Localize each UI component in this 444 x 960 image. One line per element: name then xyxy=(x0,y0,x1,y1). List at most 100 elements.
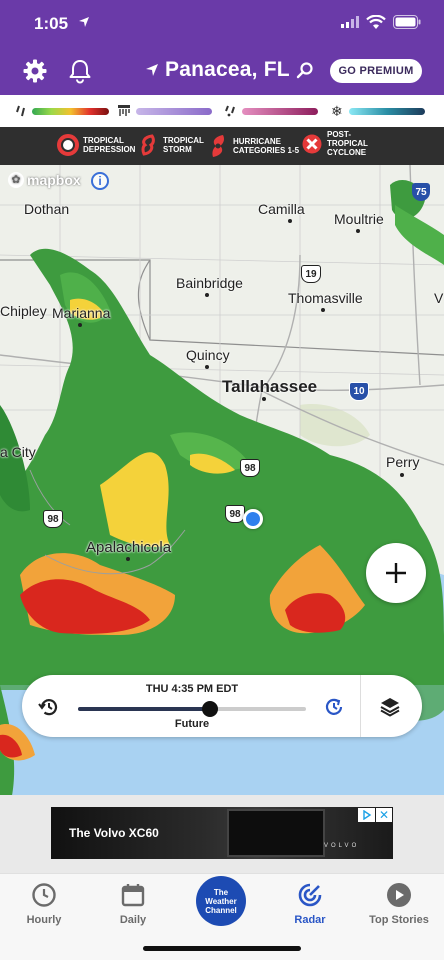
rain-gradient-bar xyxy=(32,107,109,115)
tropical-legend: TROPICAL DEPRESSION TROPICAL STORM HURRICA… xyxy=(0,127,444,165)
app-header: Panacea, FL GO PREMIUM xyxy=(0,48,444,95)
search-icon[interactable] xyxy=(296,61,314,79)
battery-icon xyxy=(393,15,421,29)
post-tropical-icon xyxy=(302,134,322,153)
zoom-in-button[interactable] xyxy=(366,543,426,603)
timeline-slider-fill xyxy=(78,707,211,711)
plus-icon xyxy=(386,563,406,583)
legend-mix xyxy=(118,104,212,118)
location-selector[interactable]: Panacea, FL xyxy=(145,58,314,82)
tropical-depression-label-2: DEPRESSION xyxy=(83,145,136,154)
location-services-icon xyxy=(79,17,89,27)
map-layers-icon[interactable] xyxy=(379,695,401,717)
city-moultrie: Moultrie xyxy=(334,211,384,227)
city-bainbridge: Bainbridge xyxy=(176,275,243,291)
legend-tropical-storm: TROPICAL STORM xyxy=(137,134,204,156)
sleet-gradient-bar xyxy=(242,107,318,115)
calendar-icon xyxy=(121,884,145,907)
radar-icon xyxy=(298,883,322,907)
current-location-dot xyxy=(243,509,263,529)
sleet-icon xyxy=(225,105,235,117)
play-icon xyxy=(387,883,411,907)
legend-sleet xyxy=(224,104,318,118)
tab-hourly-label: Hourly xyxy=(26,914,62,926)
adchoices-icon[interactable] xyxy=(358,808,375,822)
mapbox-label: mapbox xyxy=(27,172,81,188)
radar-map[interactable]: ✿ mapbox i Dothan Camilla Moultrie Bainb… xyxy=(0,165,444,810)
legend-tropical-depression: TROPICAL DEPRESSION xyxy=(57,134,135,156)
post-tropical-label-2: TROPICAL xyxy=(327,139,368,148)
status-time: 1:05 xyxy=(34,14,69,33)
interstate-10-shield: 10 xyxy=(349,382,369,401)
location-name: Panacea, FL xyxy=(165,58,290,81)
wifi-icon xyxy=(366,15,386,29)
city-quincy: Quincy xyxy=(186,347,230,363)
home-indicator xyxy=(143,946,301,951)
go-premium-button[interactable]: GO PREMIUM xyxy=(330,59,422,83)
us-98-shield-a: 98 xyxy=(240,459,260,477)
location-arrow-icon xyxy=(146,64,158,76)
legend-snow: ❄ xyxy=(331,104,425,118)
tropical-storm-label-1: TROPICAL xyxy=(163,136,204,145)
interstate-75-shield: 75 xyxy=(412,183,430,201)
twc-logo[interactable]: The Weather Channel xyxy=(196,876,246,926)
timeline-slider[interactable] xyxy=(78,701,306,717)
timeline-divider xyxy=(360,675,361,737)
ad-title: The Volvo XC60 xyxy=(69,826,159,840)
city-partial-v: V xyxy=(434,290,444,306)
clock-icon xyxy=(32,883,56,907)
ad-banner[interactable]: The Volvo XC60 VOLVO ✕ xyxy=(51,807,393,859)
precip-legend: ❄ xyxy=(0,95,444,127)
city-tallahassee: Tallahassee xyxy=(222,377,318,396)
ad-brand: VOLVO xyxy=(324,843,360,849)
post-tropical-label-3: CYCLONE xyxy=(327,148,367,157)
tab-hourly[interactable]: Hourly xyxy=(4,882,84,926)
hurricane-icon xyxy=(212,135,224,157)
tab-top-stories-label: Top Stories xyxy=(369,914,429,926)
legend-rain xyxy=(16,104,109,118)
hurricane-label-1: HURRICANE xyxy=(233,137,281,146)
city-camilla: Camilla xyxy=(258,201,305,217)
rain-drops-icon xyxy=(16,105,25,117)
city-thomasville: Thomasville xyxy=(288,290,363,306)
mix-icon xyxy=(118,105,130,116)
us-98-shield-c: 98 xyxy=(43,510,63,528)
us-98-shield-b: 98 xyxy=(225,505,245,523)
tropical-depression-icon xyxy=(57,134,79,156)
tab-daily-label: Daily xyxy=(119,914,147,926)
city-chipley: Chipley xyxy=(0,303,47,319)
city-apalachicola: Apalachicola xyxy=(86,539,172,556)
tab-daily[interactable]: Daily xyxy=(93,882,173,926)
mix-gradient-bar xyxy=(136,107,212,115)
hurricane-label-2: CATEGORIES 1-5 xyxy=(233,146,300,155)
city-perry: Perry xyxy=(386,454,420,470)
city-marianna: Marianna xyxy=(52,305,111,321)
legend-post-tropical: POST- TROPICAL CYCLONE xyxy=(301,130,368,157)
city-partial-city: a City xyxy=(0,444,36,460)
status-bar: 1:05 xyxy=(0,0,444,48)
ad-product-image xyxy=(227,809,325,857)
notifications-bell-icon[interactable] xyxy=(68,58,92,84)
post-tropical-label-1: POST- xyxy=(327,130,352,139)
tab-radar[interactable]: Radar xyxy=(270,882,350,926)
future-forecast-icon[interactable] xyxy=(323,696,345,718)
radar-timeline-control: THU 4:35 PM EDT Future xyxy=(22,675,422,737)
rewind-history-icon[interactable] xyxy=(38,696,60,718)
ad-container: The Volvo XC60 VOLVO ✕ xyxy=(0,795,444,873)
top-bar: 1:05 Panacea, FL GO PREMIUM xyxy=(0,0,444,95)
city-dothan: Dothan xyxy=(24,201,70,217)
tropical-storm-label-2: STORM xyxy=(163,145,192,154)
legend-hurricane: HURRICANE CATEGORIES 1-5 xyxy=(207,134,299,158)
signal-icon xyxy=(341,16,359,28)
map-info-icon[interactable]: i xyxy=(91,172,109,190)
settings-gear-icon[interactable] xyxy=(22,58,48,84)
tropical-storm-icon xyxy=(141,134,155,156)
us-19-shield: 19 xyxy=(301,265,321,283)
timeline-slider-thumb[interactable] xyxy=(202,701,219,717)
ad-close-icon[interactable]: ✕ xyxy=(376,808,392,822)
tab-top-stories[interactable]: Top Stories xyxy=(359,882,439,926)
tropical-depression-label-1: TROPICAL xyxy=(83,136,124,145)
mapbox-attribution[interactable]: ✿ mapbox xyxy=(8,172,81,188)
mapbox-logo-icon: ✿ xyxy=(8,172,24,188)
snow-gradient-bar xyxy=(348,107,425,115)
